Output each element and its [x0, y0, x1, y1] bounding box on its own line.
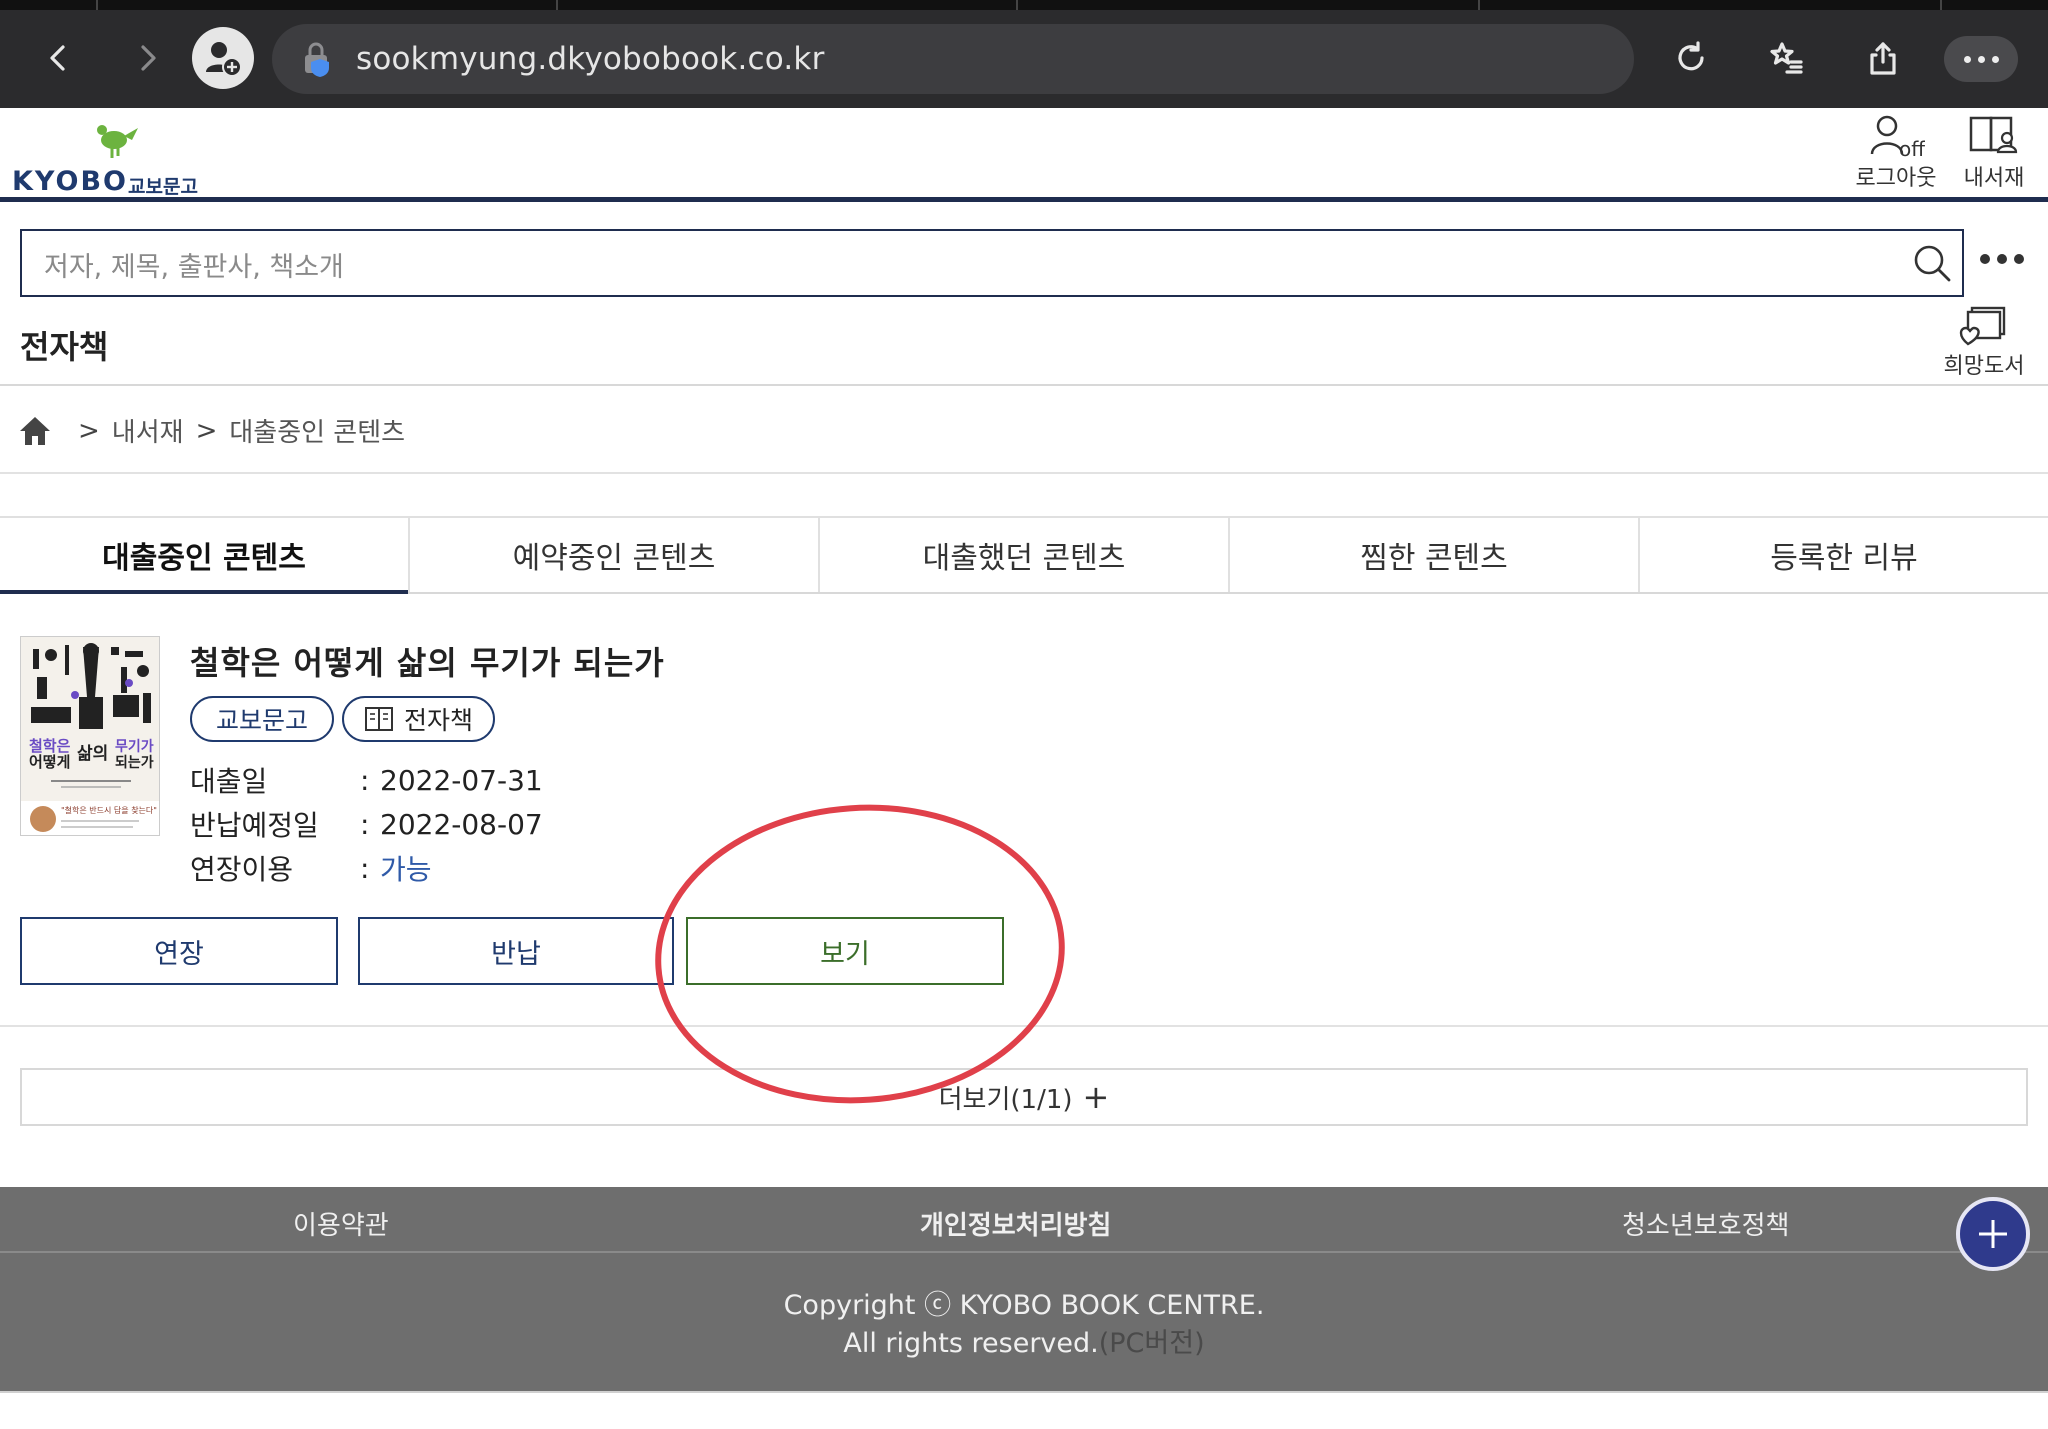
breadcrumb-separator: > [78, 415, 100, 446]
heart-book-icon [1959, 306, 2006, 346]
more-options-button[interactable] [1980, 254, 2024, 264]
load-more-label: 더보기(1/1) [938, 1084, 1073, 1115]
page-title: 전자책 [20, 328, 109, 366]
logout-button[interactable]: off 로그아웃 [1848, 114, 1944, 192]
book-title[interactable]: 철학은 어떻게 삶의 무기가 되는가 [190, 638, 665, 684]
copyright-line1: Copyright ⓒ KYOBO BOOK CENTRE. [783, 1290, 1265, 1321]
book-badges: 교보문고 전자책 [190, 696, 496, 742]
detail-key: 연장이용 [190, 853, 294, 886]
tab-borrowing[interactable]: 대출중인 콘텐츠 [0, 518, 408, 594]
wish-book-label: 희망도서 [1943, 354, 2025, 379]
detail-value: 2022-08-07 [380, 807, 543, 841]
search-input[interactable]: 저자, 제목, 출판사, 책소개 [20, 229, 1964, 297]
breadcrumb-item-current[interactable]: 대출중인 콘텐츠 [229, 412, 405, 449]
loan-date-row: 대출일 : 2022-07-31 [190, 758, 543, 802]
wish-book-button[interactable]: 희망도서 [1932, 304, 2036, 380]
extend-button[interactable]: 연장 [20, 917, 338, 985]
detail-colon: : [360, 807, 370, 841]
terms-link[interactable]: 이용약관 [293, 1205, 389, 1242]
book-cover-art: 철학은 어떻게 삶의 무기가 되는가 "철학은 반드시 답을 찾는다" [21, 637, 159, 835]
favorites-button[interactable] [1758, 30, 1814, 86]
page-bottom [0, 1391, 2048, 1429]
detail-key: 대출일 [190, 765, 268, 798]
logo-bird-icon [97, 125, 138, 158]
extension-available-link[interactable]: 가능 [380, 848, 432, 888]
book-open-icon [365, 707, 394, 731]
tab-wishlist[interactable]: 찜한 콘텐츠 [1228, 518, 1638, 592]
ebook-badge: 전자책 [342, 696, 496, 742]
extension-row: 연장이용 : 가능 [190, 846, 543, 890]
chevron-right-icon [141, 45, 156, 71]
footer-links: 이용약관 개인정보처리방침 청소년보호정책 [0, 1187, 2048, 1253]
profile-button[interactable] [192, 27, 254, 89]
address-bar[interactable]: sookmyung.dkyobobook.co.kr [272, 24, 1634, 94]
breadcrumb-item-bookshelf[interactable]: 내서재 [112, 412, 184, 449]
person-off-icon: off [1870, 115, 1925, 158]
content-tabs: 대출중인 콘텐츠 예약중인 콘텐츠 대출했던 콘텐츠 찜한 콘텐츠 등록한 리뷰 [0, 516, 2048, 594]
breadcrumb: > 내서재 > 대출중인 콘텐츠 [18, 412, 405, 449]
share-button[interactable] [1855, 30, 1911, 86]
book-cover[interactable]: 철학은 어떻게 삶의 무기가 되는가 "철학은 반드시 답을 찾는다" [20, 636, 160, 836]
privacy-policy-link[interactable]: 개인정보처리방침 [920, 1205, 1111, 1242]
forward-button[interactable] [120, 30, 176, 86]
floating-add-button[interactable] [1956, 1197, 2030, 1271]
copyright: Copyright ⓒ KYOBO BOOK CENTRE. All right… [0, 1287, 2048, 1363]
logout-label: 로그아웃 [1855, 166, 1937, 191]
detail-colon: : [360, 763, 370, 797]
divider [0, 472, 2048, 474]
logo-text-korean: 교보문고 [128, 176, 198, 198]
cover-title-b: 어떻게 [29, 753, 70, 771]
plus-icon [1979, 1220, 2007, 1248]
home-icon[interactable] [18, 415, 52, 447]
publisher-badge-label: 교보문고 [216, 706, 309, 735]
share-icon [1870, 42, 1896, 75]
divider [0, 384, 2048, 386]
detail-colon: : [360, 851, 370, 885]
detail-key: 반납예정일 [190, 809, 319, 842]
pc-version-link[interactable]: (PC버전) [1099, 1328, 1205, 1359]
detail-value: 2022-07-31 [380, 763, 543, 797]
loan-details: 대출일 : 2022-07-31 반납예정일 : 2022-08-07 연장이용… [190, 758, 543, 890]
tab-borrowed-history[interactable]: 대출했던 콘텐츠 [818, 518, 1228, 592]
divider [0, 1025, 2048, 1027]
view-button[interactable]: 보기 [686, 917, 1004, 985]
footer: 이용약관 개인정보처리방침 청소년보호정책 Copyright ⓒ KYOBO … [0, 1187, 2048, 1391]
tab-reviews[interactable]: 등록한 리뷰 [1638, 518, 2048, 592]
off-text: off [1899, 137, 1925, 158]
browser-toolbar: sookmyung.dkyobobook.co.kr [0, 0, 2048, 108]
back-button[interactable] [30, 30, 86, 86]
tab-reserved[interactable]: 예약중인 콘텐츠 [408, 518, 818, 592]
site-header: KYOBO 교보문고 off 로그아웃 내서재 [0, 108, 2048, 202]
ebook-badge-label: 전자책 [404, 706, 474, 735]
youth-protection-link[interactable]: 청소년보호정책 [1622, 1205, 1789, 1242]
bookshelf-person-icon [1969, 116, 2018, 154]
due-date-row: 반납예정일 : 2022-08-07 [190, 802, 543, 846]
chevron-left-icon [50, 45, 65, 71]
plus-icon: + [1082, 1078, 1110, 1116]
load-more-button[interactable]: 더보기(1/1) + [20, 1068, 2028, 1126]
copyright-line2-row: All rights reserved.(PC버전) [0, 1325, 2048, 1363]
cover-title-d: 무기가 [115, 739, 154, 755]
return-button[interactable]: 반납 [358, 917, 674, 985]
cover-quote: "철학은 반드시 답을 찾는다" [61, 805, 157, 815]
publisher-badge: 교보문고 [190, 696, 335, 742]
reload-icon [1678, 41, 1704, 71]
search-icon[interactable] [1912, 243, 1952, 283]
breadcrumb-separator: > [195, 415, 218, 446]
bookshelf-button[interactable]: 내서재 [1946, 114, 2042, 192]
cover-title-e: 되는가 [115, 755, 154, 771]
star-list-icon [1770, 42, 1803, 74]
reload-button[interactable] [1663, 30, 1719, 86]
add-person-icon [206, 42, 242, 77]
logo-text: KYOBO [12, 166, 128, 197]
cover-title-c: 삶의 [77, 744, 108, 764]
kyobo-logo[interactable]: KYOBO 교보문고 [12, 122, 202, 198]
url-text: sookmyung.dkyobobook.co.kr [356, 41, 825, 77]
bookshelf-label: 내서재 [1963, 166, 2025, 191]
lock-shield-icon [305, 42, 329, 77]
search-placeholder: 저자, 제목, 출판사, 책소개 [44, 252, 344, 283]
tab-strip [0, 0, 2048, 10]
browser-more-button[interactable] [1944, 36, 2018, 82]
copyright-line2: All rights reserved. [843, 1328, 1099, 1359]
